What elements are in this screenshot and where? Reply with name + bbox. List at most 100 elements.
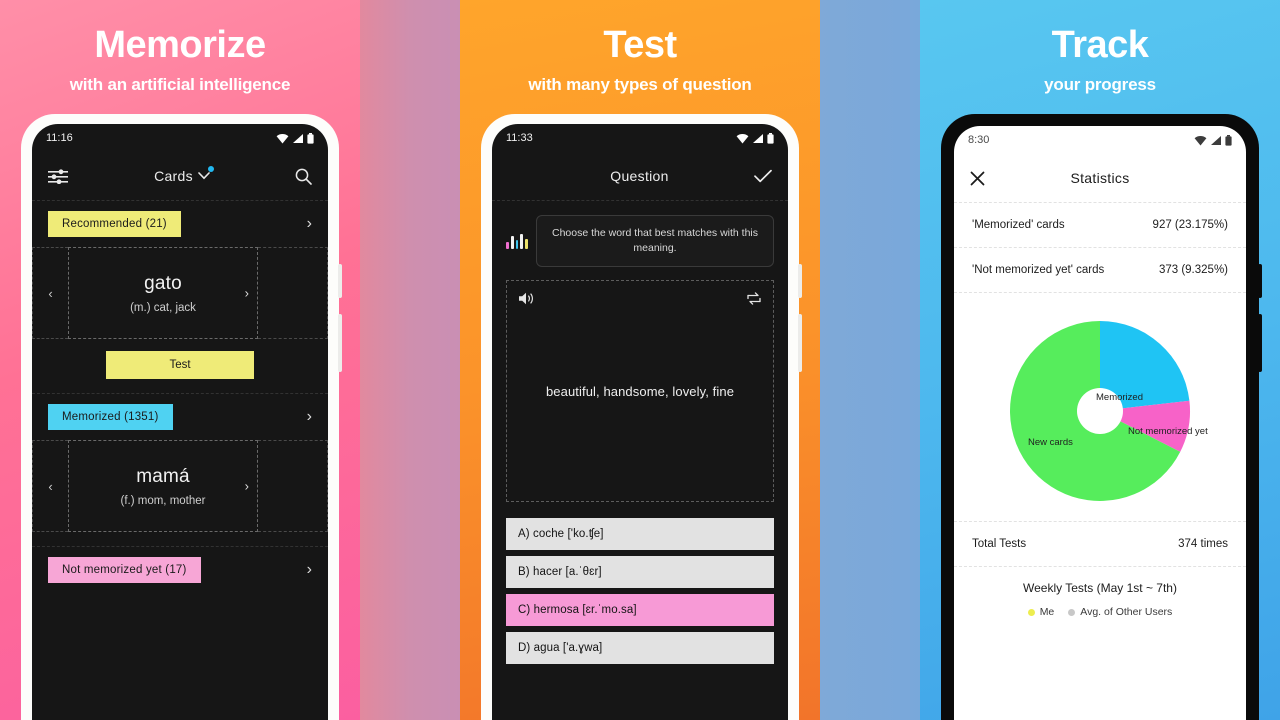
signal-icon — [753, 133, 763, 143]
stat-value: 374 times — [1178, 538, 1228, 550]
flashcard-mama[interactable]: mamá (f.) mom, mother › — [68, 440, 258, 532]
headline-block-3: Track your progress — [920, 0, 1280, 95]
status-bar-3: 8:30 — [954, 126, 1246, 154]
panel-memorize: Memorize with an artificial intelligence… — [0, 0, 360, 720]
phone-mockup-2: 11:33 Question Choose the word that best… — [481, 114, 802, 720]
section-not-memorized: Not memorized yet (17) › — [32, 547, 328, 583]
power-button[interactable] — [1258, 314, 1262, 372]
card-next-peek[interactable] — [258, 440, 328, 532]
volume-button[interactable] — [798, 264, 802, 298]
legend-item-me: Me — [1027, 606, 1054, 618]
panel-title-3: Track — [1051, 24, 1149, 66]
question-meaning: beautiful, handsome, lovely, fine — [545, 383, 735, 399]
section-header-not-memorized: Not memorized yet (17) › — [32, 557, 328, 583]
tune-icon[interactable] — [48, 168, 69, 184]
flashcard-meaning: (m.) cat, jack — [130, 301, 196, 314]
card-prev-peek[interactable]: ‹ — [32, 247, 68, 339]
chevron-down-icon[interactable] — [198, 172, 210, 180]
app-bar-title-2: Question — [610, 168, 669, 184]
status-icons — [276, 132, 314, 144]
donut-label-memorized: Memorized — [1096, 392, 1143, 403]
app-bar-3: Statistics — [954, 154, 1246, 202]
stat-row-memorized: 'Memorized' cards 927 (23.175%) — [954, 203, 1246, 247]
power-button[interactable] — [798, 314, 802, 372]
legend-dot-avg — [1068, 608, 1076, 616]
card-next-peek[interactable] — [258, 247, 328, 339]
status-bar-2: 11:33 — [492, 124, 788, 152]
legend-item-avg: Avg. of Other Users — [1068, 606, 1172, 618]
flashcard-gato[interactable]: gato (m.) cat, jack › — [68, 247, 258, 339]
answer-option-b[interactable]: B) hacer [a.ˈθɛr] — [506, 556, 774, 589]
donut-chart: Memorized Not memorized yet New cards — [1000, 311, 1208, 511]
flashcard-next-chevron[interactable]: › — [245, 286, 249, 301]
volume-button[interactable] — [338, 264, 342, 298]
repeat-icon[interactable] — [746, 291, 762, 311]
power-button[interactable] — [338, 314, 342, 372]
section-expand-chevron[interactable]: › — [307, 562, 312, 578]
panel-subtitle-3: your progress — [1044, 74, 1156, 94]
speaker-icon[interactable] — [518, 291, 535, 311]
volume-button[interactable] — [1258, 264, 1262, 298]
signal-icon — [1211, 135, 1221, 145]
phone-screen-3: 8:30 Statistics 'Memorized' cards 927 (2… — [954, 126, 1246, 720]
answer-option-a[interactable]: A) coche ['ko.ʧe] — [506, 518, 774, 551]
answer-option-d[interactable]: D) agua ['a.ɣwa] — [506, 632, 774, 665]
search-icon[interactable] — [295, 168, 312, 185]
weekly-tests-title: Weekly Tests (May 1st ~ 7th) — [1023, 581, 1177, 595]
legend-label-avg: Avg. of Other Users — [1080, 606, 1173, 618]
screenshot-stage: Memorize with an artificial intelligence… — [0, 0, 1280, 720]
equalizer-icon — [506, 233, 528, 250]
stat-label: 'Not memorized yet' cards — [972, 264, 1105, 276]
status-icons — [1194, 134, 1232, 146]
panel-subtitle-2: with many types of question — [528, 74, 752, 94]
app-bar-2: Question — [492, 152, 788, 200]
wifi-icon — [1194, 135, 1207, 145]
app-bar-title-1: Cards — [154, 168, 193, 184]
stat-row-not-memorized: 'Not memorized yet' cards 373 (9.325%) — [954, 248, 1246, 292]
check-icon[interactable] — [754, 169, 772, 183]
flashcard-word: mamá — [136, 465, 190, 487]
chip-memorized[interactable]: Memorized (1351) — [48, 404, 173, 430]
answer-options: A) coche ['ko.ʧe] B) hacer [a.ˈθɛr] C) h… — [506, 518, 774, 665]
card-carousel-recommended: ‹ gato (m.) cat, jack › — [32, 247, 328, 339]
panel-title-1: Memorize — [94, 24, 266, 66]
panel-separator-1 — [360, 0, 460, 720]
section-recommended: Recommended (21) › ‹ gato (m.) cat, jack… — [32, 201, 328, 393]
stat-label: 'Memorized' cards — [972, 219, 1065, 231]
flashcard-next-chevron[interactable]: › — [245, 479, 249, 494]
weekly-legend: Me Avg. of Other Users — [954, 595, 1246, 618]
donut-label-new-cards: New cards — [1028, 437, 1073, 448]
stat-value: 373 (9.325%) — [1158, 264, 1228, 276]
test-button[interactable]: Test — [106, 351, 254, 379]
panel-subtitle-1: with an artificial intelligence — [69, 74, 291, 94]
chip-recommended[interactable]: Recommended (21) — [48, 211, 181, 237]
card-carousel-memorized: ‹ mamá (f.) mom, mother › — [32, 440, 328, 532]
phone-mockup-3: 8:30 Statistics 'Memorized' cards 927 (2… — [941, 114, 1262, 720]
stat-value: 927 (23.175%) — [1152, 219, 1228, 231]
section-expand-chevron[interactable]: › — [307, 409, 312, 425]
panel-title-2: Test — [603, 24, 677, 66]
stat-row-total-tests: Total Tests 374 times — [954, 522, 1246, 566]
panel-track: Track your progress 8:30 Statistics 'Mem… — [920, 0, 1280, 720]
answer-option-c[interactable]: C) hermosa [ɛr.ˈmo.sa] — [506, 594, 774, 627]
donut-svg — [1010, 321, 1190, 501]
donut-label-not-memorized: Not memorized yet — [1128, 426, 1208, 437]
section-expand-chevron[interactable]: › — [307, 216, 312, 232]
question-card: beautiful, handsome, lovely, fine — [506, 280, 774, 503]
legend-dot-me — [1027, 608, 1035, 616]
cards-title-group[interactable]: Cards — [154, 166, 214, 184]
question-hint-row: Choose the word that best matches with t… — [492, 201, 788, 268]
notification-badge — [207, 166, 214, 172]
panel-separator-2 — [820, 0, 920, 720]
chip-not-memorized[interactable]: Not memorized yet (17) — [48, 557, 201, 583]
status-icons — [736, 132, 774, 144]
card-prev-peek[interactable]: ‹ — [32, 440, 68, 532]
phone-screen-2: 11:33 Question Choose the word that best… — [492, 124, 788, 720]
phone-mockup-1: 11:16 Cards Recommended (21) › ‹ gato (m… — [21, 114, 342, 720]
close-icon[interactable] — [970, 171, 985, 186]
section-header-recommended: Recommended (21) › — [32, 211, 328, 237]
signal-icon — [293, 133, 303, 143]
phone-screen-1: 11:16 Cards Recommended (21) › ‹ gato (m… — [32, 124, 328, 720]
flashcard-meaning: (f.) mom, mother — [120, 494, 206, 507]
battery-icon — [1225, 134, 1232, 146]
